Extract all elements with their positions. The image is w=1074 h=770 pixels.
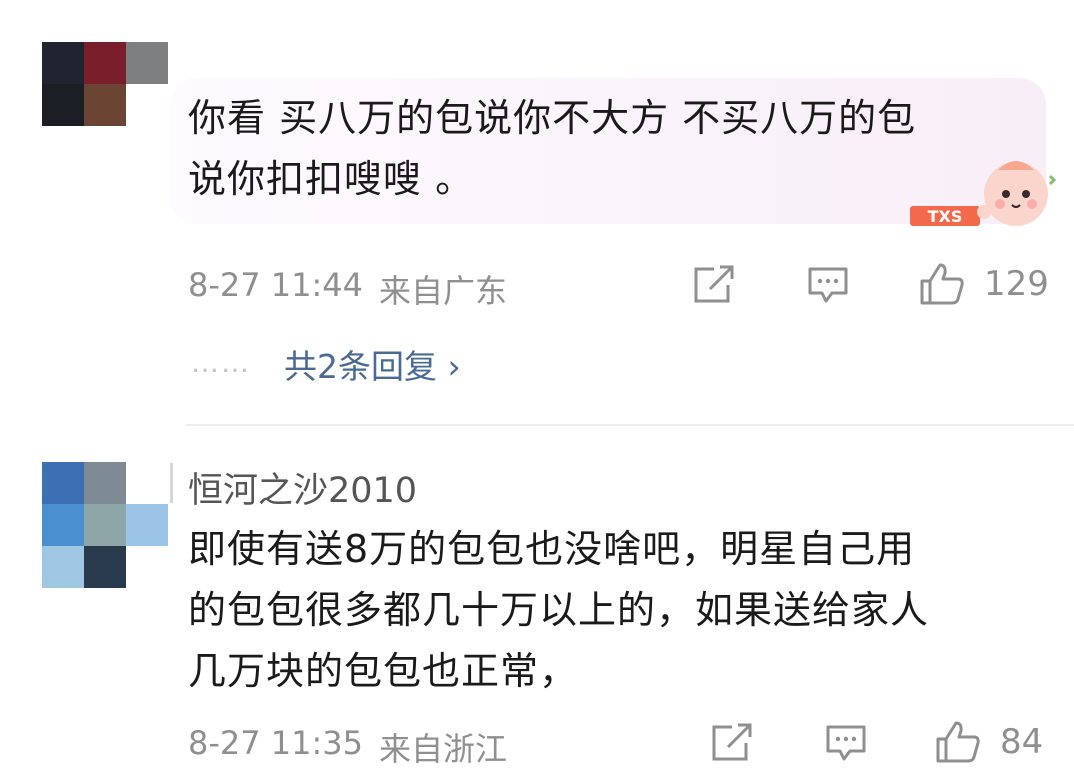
avatar[interactable] [42, 42, 168, 126]
thumbs-up-icon[interactable] [934, 719, 982, 765]
share-icon[interactable] [710, 723, 754, 763]
avatar[interactable] [42, 462, 168, 588]
comment-timestamp: 8-27 11:44 [188, 266, 364, 304]
thumbs-up-icon[interactable] [918, 261, 966, 307]
comment-icon[interactable] [824, 723, 868, 763]
comment-text: 你看 买八万的包说你不大方 不买八万的包 说你扣扣嗖嗖 。 [188, 96, 917, 201]
peach-sticker-icon: TXS [910, 161, 1057, 226]
username-accent-bar [170, 463, 173, 503]
like-count: 129 [984, 264, 1049, 304]
comment-location: 来自浙江 [379, 730, 508, 768]
comment-username[interactable]: 恒河之沙2010 [188, 462, 417, 513]
like-count: 84 [1000, 722, 1044, 762]
comment-location: 来自广东 [379, 272, 508, 310]
view-replies-link[interactable]: 共2条回复 › [284, 340, 461, 388]
comment-timestamp: 8-27 11:35 [188, 724, 364, 762]
share-icon[interactable] [692, 265, 736, 305]
sticker-label: TXS [928, 207, 963, 226]
comment-icon[interactable] [806, 265, 850, 305]
comment-divider [186, 424, 1074, 426]
replies-dots: …… [191, 346, 251, 379]
comment-text: 即使有送8万的包包也没啥吧，明星自己用 的包包很多都几十万以上的，如果送给家人 … [188, 527, 930, 693]
